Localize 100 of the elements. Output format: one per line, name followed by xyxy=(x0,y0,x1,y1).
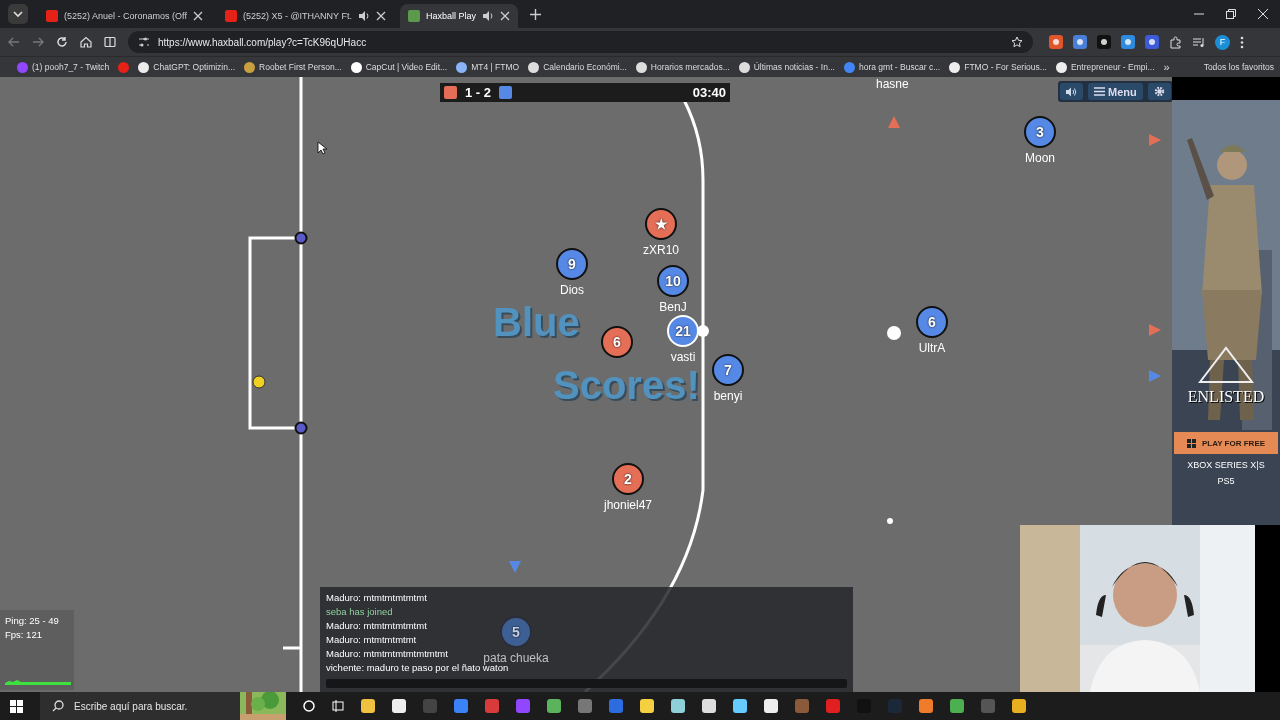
bookmark-link[interactable]: Roobet First Person... xyxy=(259,62,342,72)
new-tab-icon[interactable] xyxy=(529,8,541,20)
sound-button[interactable] xyxy=(1060,83,1083,100)
tab-title: (5252) X5 - @ITHANNY Ft. xyxy=(242,11,352,21)
bookmark-link[interactable]: (1) pooh7_7 - Twitch xyxy=(32,62,110,72)
close-icon[interactable] xyxy=(192,11,203,21)
bookmark-favicon-icon[interactable] xyxy=(244,61,256,73)
bookmark-link[interactable]: hora gmt - Buscar c... xyxy=(858,62,941,72)
chat-message: Maduro: mtmtmtmtmt xyxy=(326,633,417,647)
close-icon[interactable] xyxy=(375,11,386,21)
disc-icon xyxy=(252,375,266,389)
extension-icon[interactable] xyxy=(1145,35,1159,49)
bookmark-link[interactable]: MT4 | FTMO xyxy=(471,62,520,72)
search-icon xyxy=(52,700,64,712)
bookmark-link[interactable]: Horarios mercados... xyxy=(650,62,730,72)
bookmark-favicon-icon[interactable] xyxy=(350,61,362,73)
tab-list-icon[interactable] xyxy=(8,4,28,24)
player-token: 6 xyxy=(601,326,633,358)
bookmark-favicon-icon[interactable] xyxy=(738,61,750,73)
start-icon[interactable] xyxy=(10,699,23,713)
split-view-icon[interactable] xyxy=(104,36,116,48)
bookmark-link[interactable]: Calendario Económi... xyxy=(543,62,627,72)
favicon-icon xyxy=(46,10,58,22)
team-swatch-icon xyxy=(444,86,457,99)
cortana-icon[interactable] xyxy=(303,700,315,712)
player-token: 9 xyxy=(556,248,588,280)
extension-icon[interactable] xyxy=(1097,35,1111,49)
bookmarks-overflow-button[interactable]: » xyxy=(1163,61,1170,73)
player-token: 3 xyxy=(1024,116,1056,148)
puzzle-icon[interactable] xyxy=(1169,35,1182,49)
url-text: https://www.haxball.com/play?c=TcK96qUHacc xyxy=(158,36,367,48)
settings-icon xyxy=(1153,86,1165,97)
favicon-icon xyxy=(224,10,237,22)
menu-icon[interactable] xyxy=(1240,35,1244,49)
reload-icon[interactable] xyxy=(56,36,68,48)
bookmark-favicon-icon[interactable] xyxy=(635,61,647,73)
bookmark-link[interactable]: ChatGPT: Optimizin... xyxy=(153,62,236,72)
bookmark-favicon-icon[interactable] xyxy=(138,61,150,73)
menu-icon xyxy=(1094,87,1105,96)
restore-icon[interactable] xyxy=(1226,9,1236,19)
close-icon[interactable] xyxy=(1258,9,1268,19)
player-name: Moon xyxy=(1025,151,1055,165)
bookmark-link[interactable]: Entrepreneur - Empi... xyxy=(1070,62,1155,72)
ping-graph xyxy=(5,677,71,685)
score-text: 1 - 2 xyxy=(465,85,491,100)
chat-message: Maduro: mtmtmtmtmtmt xyxy=(326,591,427,605)
goal-banner-text: Scores! xyxy=(553,365,700,405)
menu-button[interactable]: Menu xyxy=(1088,83,1143,100)
chat-message: Maduro: mtmtmtmtmtmtmtmt xyxy=(326,647,448,661)
bookmark-link[interactable]: Últimas noticias - In... xyxy=(753,62,835,72)
ball-icon xyxy=(697,325,709,337)
speaker-icon[interactable] xyxy=(357,10,370,22)
player-token: 6 xyxy=(916,306,948,338)
player-name: zXR10 xyxy=(643,243,679,257)
search-placeholder: Escribe aquí para buscar. xyxy=(74,700,188,712)
ball-icon xyxy=(887,326,901,340)
profile-avatar[interactable]: F xyxy=(1215,34,1230,50)
home-icon[interactable] xyxy=(80,36,92,48)
goal-post-icon xyxy=(294,231,308,245)
chat-input[interactable] xyxy=(326,679,847,688)
browser-tab[interactable]: Haxball Play xyxy=(399,4,518,28)
browser-tab[interactable]: (5252) X5 - @ITHANNY Ft. xyxy=(216,4,394,28)
player-name: Dios xyxy=(560,283,584,297)
settings-button[interactable] xyxy=(1147,83,1171,100)
player-token: 21 xyxy=(667,315,699,347)
ping-text: Ping: 25 - 49 xyxy=(5,615,60,626)
team-swatch-icon xyxy=(499,86,512,99)
task-view-icon[interactable] xyxy=(332,700,344,712)
game-clock: 03:40 xyxy=(692,85,726,100)
close-icon[interactable] xyxy=(499,11,510,21)
bookmark-favicon-icon[interactable] xyxy=(949,61,961,73)
goal-post-icon xyxy=(294,421,308,435)
player-name: pata chueka xyxy=(483,651,549,665)
site-settings-icon[interactable] xyxy=(138,36,150,48)
address-bar[interactable]: https://www.haxball.com/play?c=TcK96qUHacc xyxy=(128,31,1033,53)
star-icon[interactable] xyxy=(1011,36,1023,48)
speaker-icon[interactable] xyxy=(481,10,494,22)
player-token: 2 xyxy=(612,463,644,495)
bookmark-favicon-icon[interactable] xyxy=(1055,61,1067,73)
player-name: benyi xyxy=(713,389,743,403)
player-token: ★ xyxy=(645,208,677,240)
browser-tab[interactable]: (5252) Anuel - Coronamos (Off xyxy=(38,4,211,28)
chat-message: Maduro: mtmtmtmtmtmt xyxy=(326,619,427,633)
media-icon[interactable] xyxy=(1192,35,1205,49)
forward-icon[interactable] xyxy=(32,36,44,48)
bookmark-link[interactable]: FTMO - For Serious... xyxy=(964,62,1047,72)
chat-message: seba has joined xyxy=(326,605,393,619)
bookmark-favicon-icon[interactable] xyxy=(456,61,468,73)
bookmark-favicon-icon[interactable] xyxy=(528,61,540,73)
player-name: BenJ xyxy=(659,300,687,314)
taskbar-search-field[interactable]: Escribe aquí para buscar. xyxy=(40,692,286,720)
chat-message: vichente: maduro te paso por el ñato waton xyxy=(326,662,509,675)
all-bookmarks-link[interactable]: Todos los favoritos xyxy=(1203,62,1275,72)
player-token: 7 xyxy=(712,354,744,386)
bookmark-link[interactable]: CapCut | Video Edit... xyxy=(365,62,448,72)
player-name: UltrA xyxy=(918,341,946,355)
favicon-icon xyxy=(407,10,420,22)
back-icon[interactable] xyxy=(8,36,20,48)
goal-banner-text: Blue xyxy=(493,302,580,342)
player-token: 10 xyxy=(657,265,689,297)
